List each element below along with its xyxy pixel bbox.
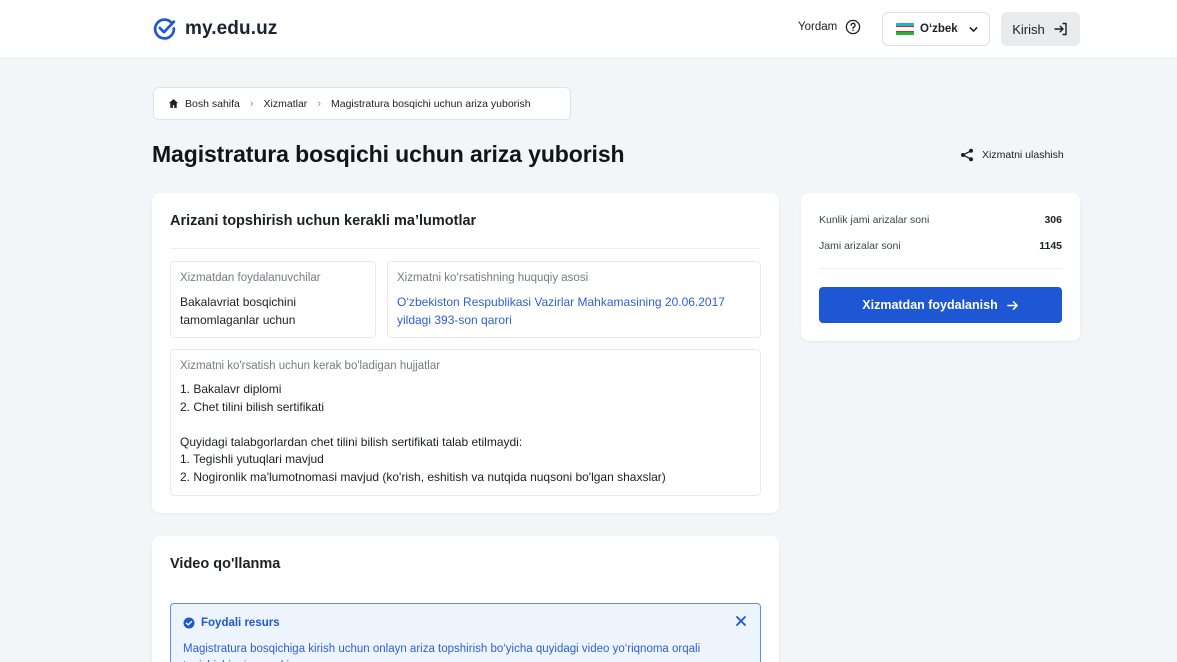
beneficiaries-label: Xizmatdan foydalanuvchilar [180,272,321,284]
breadcrumb: Bosh sahifa › Xizmatlar › Magistratura b… [153,87,571,120]
page-title: Magistratura bosqichi uchun ariza yubori… [152,141,625,167]
login-button[interactable]: Kirish [1001,12,1080,46]
total-applications-label: Jami arizalar soni [819,240,901,252]
breadcrumb-home[interactable]: Bosh sahifa [168,98,240,110]
legal-basis-box: Xizmatni ko‘rsatishning huquqiy asosi O‘… [387,261,761,338]
beneficiaries-box: Xizmatdan foydalanuvchilar Bakalavriat b… [170,261,376,338]
logo-text: my.edu.uz [185,17,278,39]
breadcrumb-services[interactable]: Xizmatlar [264,98,308,110]
beneficiaries-value-line: Bakalavriat bosqichini [180,295,297,309]
video-guide-title: Video qo'llanma [170,556,281,572]
language-selector[interactable]: O‘zbek [882,12,990,46]
language-label: O‘zbek [920,23,958,35]
documents-line: 1. Bakalavr diplomi [180,382,282,396]
use-service-label: Xizmatdan foydalanish [862,298,998,312]
daily-applications-label: Kunlik jami arizalar soni [819,214,930,226]
legal-basis-link[interactable]: yildagi 393-son qarori [397,311,751,329]
uzbekistan-flag-icon [896,23,914,35]
breadcrumb-separator-icon: › [249,97,254,110]
breadcrumb-separator-icon: › [317,97,321,110]
use-service-button[interactable]: Xizmatdan foydalanish [819,287,1062,323]
chevron-down-icon [969,26,978,32]
top-header: my.edu.uz Yordam O‘zbek Kirish [0,0,1177,59]
beneficiaries-value-line: tamomlaganlar uchun [180,313,296,327]
total-applications-row: Jami arizalar soni 1145 [819,240,1062,252]
daily-applications-row: Kunlik jami arizalar soni 306 [819,214,1062,226]
documents-line [180,416,751,434]
question-circle-icon [845,19,861,35]
alert-title: Foydali resurs [201,617,280,629]
alert-text: Magistratura bosqichiga kirish uchun onl… [183,643,701,662]
requirements-card: Arizani topshirish uchun kerakli ma’lumo… [152,193,779,513]
logo[interactable]: my.edu.uz [152,16,277,41]
share-service-button[interactable]: Xizmatni ulashish [960,148,1064,162]
documents-line: 1. Tegishli yutuqlari mavjud [180,452,324,466]
breadcrumb-services-label: Xizmatlar [263,97,308,110]
alert-heading: Foydali resurs [183,617,280,629]
total-applications-value: 1145 [1039,240,1062,252]
help-label: Yordam [798,21,838,33]
breadcrumb-current-label: Magistratura bosqichi uchun ariza yubori… [330,97,531,110]
daily-applications-value: 306 [1044,214,1062,226]
video-guide-card: Video qo'llanma Foydali resurs Magistrat… [152,536,779,662]
close-icon[interactable] [734,614,748,628]
divider [170,248,761,249]
login-arrow-icon [1054,22,1067,36]
legal-basis-link[interactable]: O‘zbekiston Respublikasi Vazirlar Mahkam… [397,293,751,311]
login-label: Kirish [1012,21,1045,37]
breadcrumb-current: Magistratura bosqichi uchun ariza yubori… [331,98,531,110]
help-link[interactable]: Yordam [798,19,861,35]
documents-line: Quyidagi talabgorlardan chet tilini bili… [180,434,523,449]
documents-line: 2. Chet tilini bilish sertifikati [180,399,325,414]
share-label: Xizmatni ulashish [982,149,1064,161]
breadcrumb-home-label: Bosh sahifa [185,97,240,110]
legal-basis-label: Xizmatni ko‘rsatishning huquqiy asosi [397,272,589,284]
documents-box: Xizmatni ko'rsatish uchun kerak bo'ladig… [170,349,761,496]
documents-label: Xizmatni ko'rsatish uchun kerak bo'ladig… [180,360,441,372]
share-icon [961,148,973,162]
check-logo-icon [153,18,176,40]
arrow-right-icon [1006,300,1018,310]
requirements-card-title: Arizani topshirish uchun kerakli ma’lumo… [170,213,477,229]
documents-line: 2. Nogironlik ma'lumotnomasi mavjud (ko'… [180,469,666,484]
statistics-card: Kunlik jami arizalar soni 306 Jami ariza… [801,193,1080,341]
home-icon [168,99,179,108]
check-circle-icon [183,617,195,629]
divider [819,268,1062,269]
useful-resource-alert: Foydali resurs Magistratura bosqichiga k… [170,603,761,662]
